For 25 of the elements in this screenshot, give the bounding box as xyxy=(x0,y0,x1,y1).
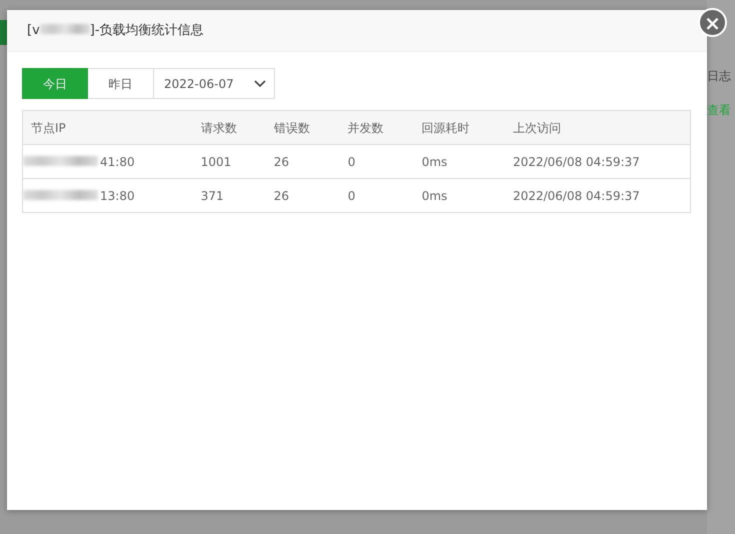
dialog-title: [v ]-负载均衡统计信息 xyxy=(27,22,204,40)
table-cell: 0 xyxy=(340,144,414,178)
chevron-down-icon xyxy=(254,80,266,88)
table-cell: 0ms xyxy=(414,178,505,212)
column-header: 上次访问 xyxy=(504,110,690,144)
table-cell: 26 xyxy=(266,144,340,178)
table-cell: 0ms xyxy=(414,144,505,178)
period-tab[interactable]: 昨日 xyxy=(88,68,154,99)
table-cell: 1001 xyxy=(192,144,266,178)
page-button-edge xyxy=(0,20,7,45)
column-header: 请求数 xyxy=(192,110,266,144)
column-header: 错误数 xyxy=(266,110,340,144)
page-label: 日志 xyxy=(707,68,731,85)
table-cell: 2022/06/08 04:59:37 xyxy=(504,178,690,212)
column-header: 回源耗时 xyxy=(414,110,505,144)
date-select[interactable]: 2022-06-07 xyxy=(154,68,275,99)
table-cell: 13:80 xyxy=(100,188,135,202)
period-tab[interactable]: 今日 xyxy=(22,68,88,99)
column-header: 节点IP xyxy=(22,110,193,144)
table-cell: 0 xyxy=(340,178,414,212)
table-cell: 26 xyxy=(266,178,340,212)
column-header: 并发数 xyxy=(340,110,414,144)
table-cell: 2022/06/08 04:59:37 xyxy=(504,144,690,178)
table-cell: 41:80 xyxy=(100,154,135,168)
table-cell: 371 xyxy=(192,178,266,212)
